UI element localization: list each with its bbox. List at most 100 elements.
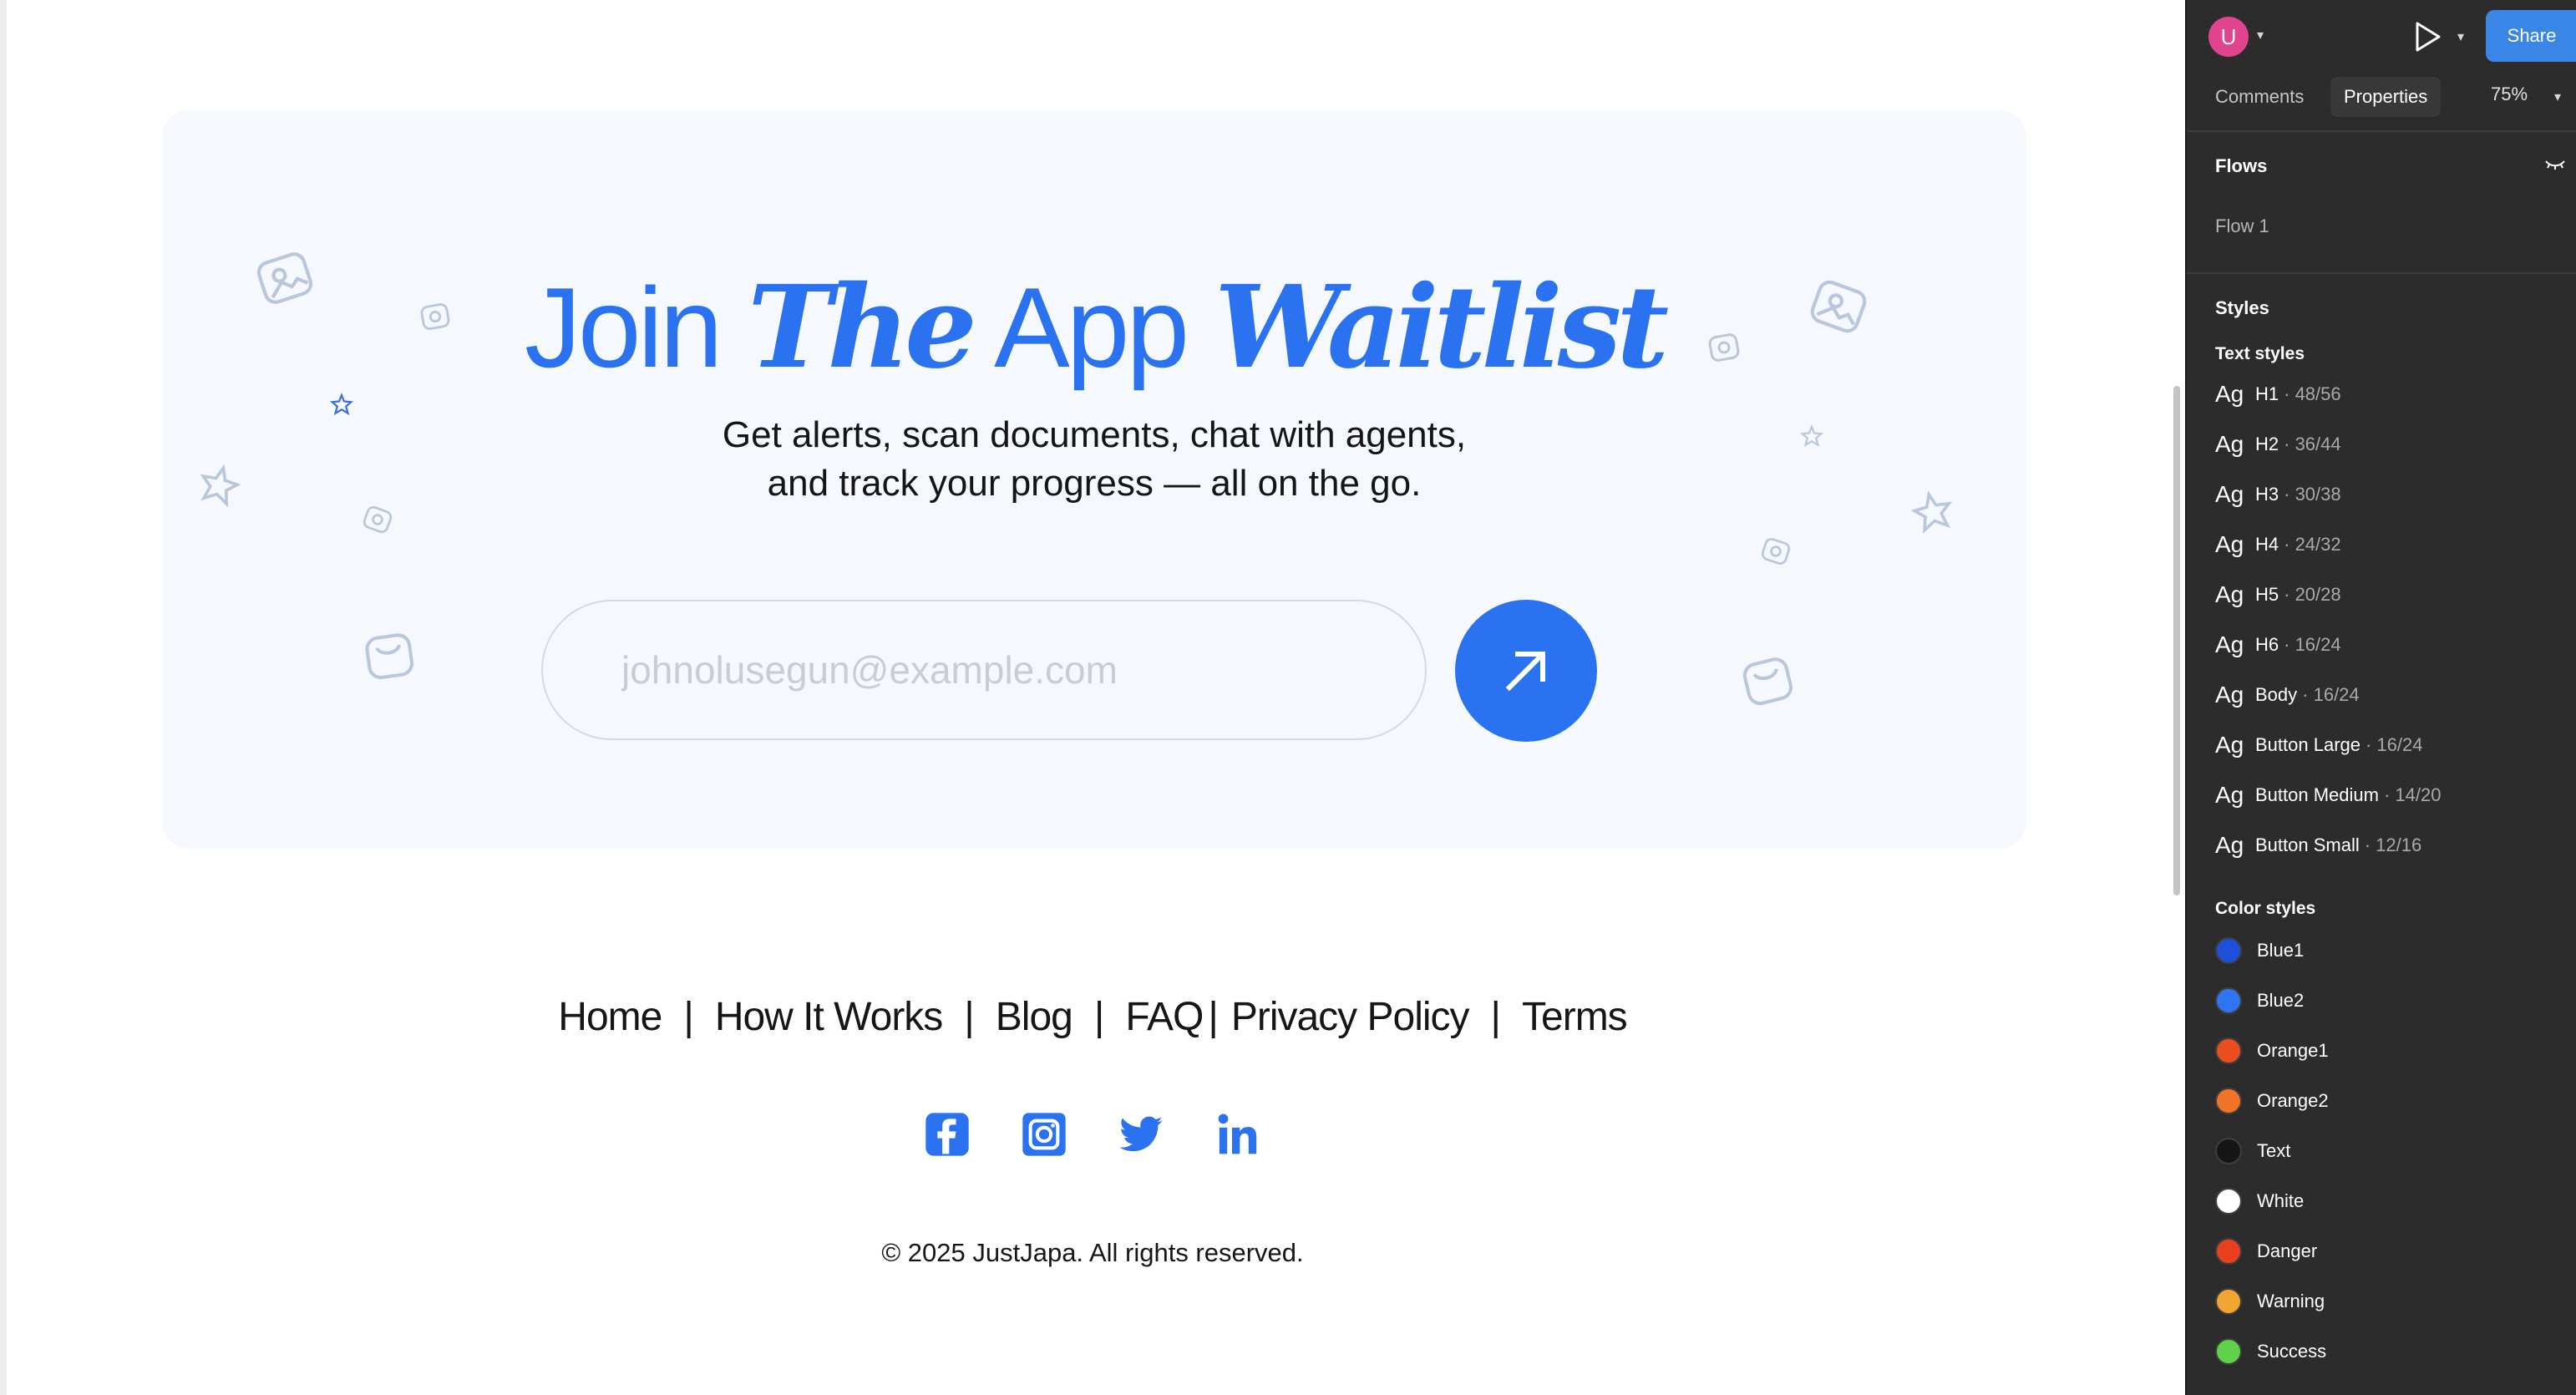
styles-title: Styles (2215, 297, 2269, 318)
tab-properties[interactable]: Properties (2330, 77, 2442, 117)
color-swatch (2215, 1238, 2242, 1265)
text-style-preview: Ag (2215, 481, 2244, 507)
text-style-meta: · 12/16 (2364, 834, 2422, 855)
text-style-preview: Ag (2215, 632, 2244, 657)
text-style-name: H4 (2255, 534, 2279, 555)
color-style-name: Orange2 (2257, 1090, 2329, 1111)
text-style-button-small[interactable]: Ag Button Small · 12/16 (2215, 829, 2421, 862)
text-style-preview: Ag (2215, 431, 2244, 457)
avatar[interactable]: U (2208, 17, 2249, 57)
photo-sticker-icon (1757, 532, 1794, 570)
color-swatch (2215, 937, 2242, 964)
footer-link-privacy-policy[interactable]: Privacy Policy (1231, 994, 1470, 1040)
color-style-name: Blue2 (2257, 990, 2305, 1011)
subtitle-line-2: and track your progress — all on the go. (767, 463, 1422, 504)
eye-closed-icon[interactable] (2544, 159, 2566, 170)
text-style-meta: · 20/28 (2284, 584, 2341, 605)
text-style-name: H1 (2255, 383, 2279, 404)
text-style-name: H2 (2255, 434, 2279, 454)
twitter-icon[interactable] (1118, 1111, 1164, 1158)
headline-the: The (748, 261, 977, 394)
color-style-blue1[interactable]: Blue1 (2215, 934, 2304, 967)
zoom-value: 75% (2491, 84, 2528, 104)
social-links (0, 1111, 2185, 1158)
text-style-h3[interactable]: Ag H3 · 30/38 (2215, 478, 2341, 511)
waitlist-subtitle: Get alerts, scan documents, chat with ag… (162, 411, 2026, 508)
nav-separator: | (1208, 995, 1219, 1039)
text-style-body[interactable]: Ag Body · 16/24 (2215, 678, 2360, 712)
footer-link-blog[interactable]: Blog (996, 994, 1073, 1040)
canvas-scrollbar[interactable] (2168, 0, 2185, 1395)
copyright-text: © 2025 JustJapa. All rights reserved. (881, 1238, 1304, 1267)
bag-sticker-icon (357, 623, 422, 687)
play-icon[interactable] (2411, 18, 2444, 55)
facebook-icon[interactable] (924, 1111, 971, 1158)
tab-comments[interactable]: Comments (2202, 77, 2317, 117)
color-swatch (2215, 1188, 2242, 1215)
color-style-orange2[interactable]: Orange2 (2215, 1084, 2329, 1118)
color-style-text[interactable]: Text (2215, 1134, 2290, 1168)
subtitle-line-1: Get alerts, scan documents, chat with ag… (722, 414, 1467, 455)
color-swatch (2215, 987, 2242, 1014)
chevron-down-icon[interactable]: ▾ (2554, 89, 2561, 105)
waitlist-headline: Join The App Waitlist (162, 261, 2026, 394)
text-style-button-large[interactable]: Ag Button Large · 16/24 (2215, 728, 2422, 762)
linkedin-icon[interactable] (1214, 1111, 1261, 1158)
text-style-name: H5 (2255, 584, 2279, 605)
color-style-name: Danger (2257, 1240, 2318, 1261)
text-style-h1[interactable]: Ag H1 · 48/56 (2215, 378, 2341, 411)
bag-sticker-icon (1733, 646, 1802, 714)
text-style-preview: Ag (2215, 832, 2244, 858)
text-style-h6[interactable]: Ag H6 · 16/24 (2215, 628, 2341, 662)
text-style-meta: · 16/24 (2302, 684, 2360, 705)
flow-item[interactable]: Flow 1 (2215, 216, 2269, 237)
email-field[interactable] (541, 600, 1427, 740)
text-style-name: Button Medium (2255, 784, 2379, 805)
chevron-down-icon[interactable]: ▾ (2457, 28, 2464, 45)
color-style-success[interactable]: Success (2215, 1335, 2326, 1368)
text-style-preview: Ag (2215, 531, 2244, 557)
canvas-edge (0, 0, 7, 1395)
text-style-meta: · 16/24 (2284, 634, 2341, 655)
text-style-h4[interactable]: Ag H4 · 24/32 (2215, 528, 2341, 561)
scrollbar-thumb[interactable] (2173, 386, 2180, 895)
properties-panel: U ▾ ▾ Share Comments Properties 75% ▾ Fl… (2185, 0, 2576, 1395)
text-style-name: H3 (2255, 484, 2279, 505)
color-style-danger[interactable]: Danger (2215, 1235, 2317, 1268)
flows-title: Flows (2215, 155, 2268, 176)
waitlist-card: Join The App Waitlist Get alerts, scan d… (162, 110, 2026, 849)
arrow-up-right-icon (1505, 652, 1545, 692)
text-style-button-medium[interactable]: Ag Button Medium · 14/20 (2215, 779, 2441, 812)
color-style-warning[interactable]: Warning (2215, 1285, 2325, 1318)
footer-link-terms[interactable]: Terms (1522, 994, 1628, 1040)
color-swatch (2215, 1288, 2242, 1315)
join-waitlist-button[interactable] (1455, 600, 1597, 742)
email-input[interactable] (621, 647, 1373, 692)
share-button[interactable]: Share (2486, 10, 2576, 62)
text-style-h2[interactable]: Ag H2 · 36/44 (2215, 428, 2341, 461)
footer-nav: Home | How It Works | Blog | FAQ | Priva… (0, 994, 2185, 1040)
text-style-name: H6 (2255, 634, 2279, 655)
instagram-icon[interactable] (1021, 1111, 1067, 1158)
color-swatch (2215, 1138, 2242, 1164)
color-style-white[interactable]: White (2215, 1184, 2304, 1218)
text-style-h5[interactable]: Ag H5 · 20/28 (2215, 578, 2341, 611)
footer-link-faq[interactable]: FAQ (1125, 994, 1204, 1040)
headline-app: App (971, 264, 1214, 391)
divider (2187, 272, 2576, 274)
color-style-blue2[interactable]: Blue2 (2215, 984, 2304, 1017)
headline-waitlist: Waitlist (1214, 261, 1669, 394)
text-style-meta: · 36/44 (2284, 434, 2341, 454)
chevron-down-icon[interactable]: ▾ (2257, 27, 2264, 43)
zoom-level[interactable]: 75% (2491, 84, 2528, 105)
text-style-preview: Ag (2215, 732, 2244, 758)
color-style-orange1[interactable]: Orange1 (2215, 1034, 2329, 1068)
prototype-canvas: Join The App Waitlist Get alerts, scan d… (0, 0, 2185, 1395)
text-style-meta: · 16/24 (2365, 734, 2423, 755)
color-swatch (2215, 1088, 2242, 1114)
text-style-meta: · 48/56 (2284, 383, 2341, 404)
footer-link-how-it-works[interactable]: How It Works (715, 994, 943, 1040)
divider (2187, 130, 2576, 132)
footer-link-home[interactable]: Home (558, 994, 662, 1040)
color-swatch (2215, 1338, 2242, 1365)
